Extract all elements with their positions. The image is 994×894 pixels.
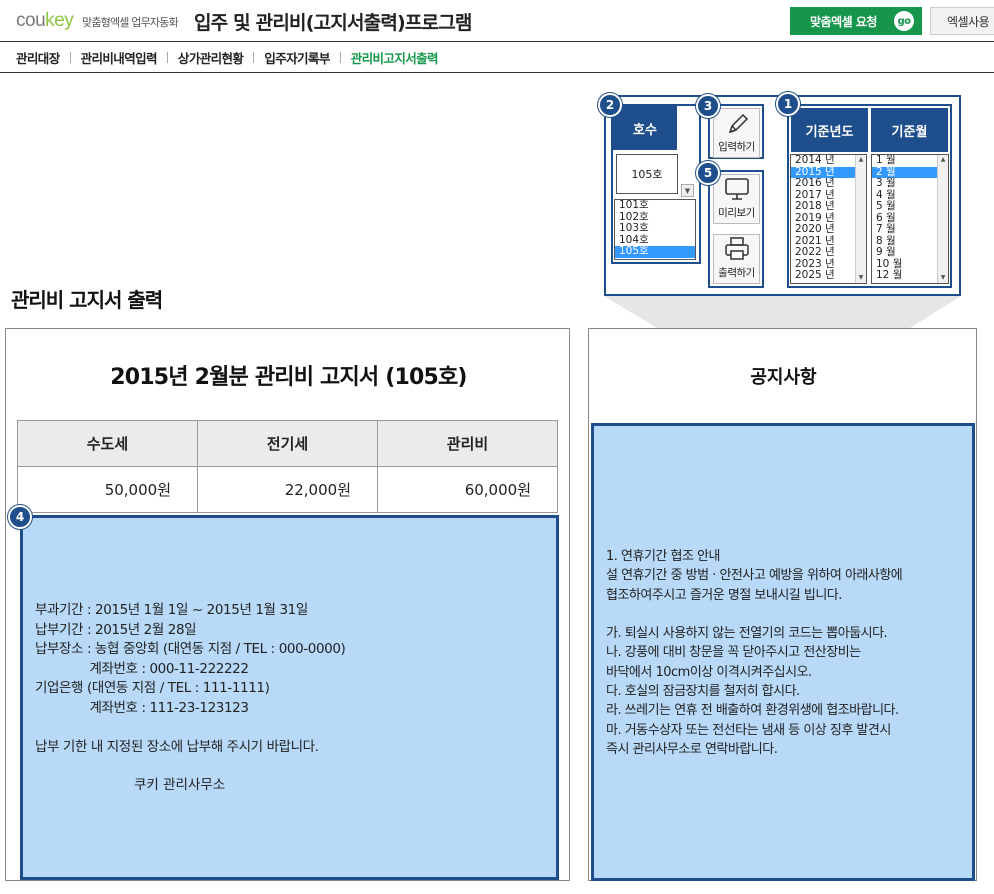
nav-item-management-ledger[interactable]: 관리대장 — [16, 48, 60, 67]
unit-combo[interactable]: 105호 — [616, 154, 678, 194]
payment-details-box: 부과기간 : 2015년 1월 1일 ~ 2015년 1월 31일 납부기간 :… — [20, 515, 559, 880]
list-item[interactable]: 101호 — [615, 200, 695, 212]
logo-text: cou — [16, 10, 46, 31]
column-header-water: 수도세 — [17, 420, 198, 467]
nav-item-shop-status[interactable]: 상가관리현황 — [178, 48, 244, 67]
table-row: 50,000원 22,000원 60,000원 — [17, 466, 558, 513]
unit-selector: 호수 105호 ▼ 101호 102호 103호 104호 105호 — [611, 104, 701, 264]
page-title: 관리비 고지서 출력 — [11, 288, 163, 312]
list-item[interactable]: 103호 — [615, 222, 695, 235]
excel-usage-button[interactable]: 엑셀사용 — [930, 7, 994, 35]
coukey-logo[interactable]: coukey — [16, 10, 74, 32]
year-listbox[interactable]: 2014 년 2015 년 2016 년 2017 년 2018 년 2019 … — [790, 154, 867, 284]
logo-accent-text: key — [45, 10, 74, 31]
step-badge-4: 4 — [8, 505, 32, 529]
month-scrollbar[interactable]: ▲ ▼ — [937, 155, 948, 283]
print-button[interactable]: 출력하기 — [713, 234, 760, 284]
table-header-row: 수도세 전기세 관리비 — [17, 420, 558, 467]
preview-button[interactable]: 미리보기 — [713, 174, 760, 224]
notice-panel: 공지사항 1. 연휴기간 협조 안내 설 연휴기간 중 방범 · 안전사고 예방… — [588, 328, 977, 881]
list-item-selected[interactable]: 105호 — [615, 245, 695, 258]
chevron-down-icon[interactable]: ▼ — [681, 184, 694, 197]
management-fee-value: 60,000원 — [377, 466, 558, 513]
print-button-label: 출력하기 — [718, 267, 755, 279]
nav-item-resident-register[interactable]: 입주자기록부 — [264, 48, 330, 67]
nav-divider — [253, 51, 255, 63]
month-listbox[interactable]: 1 월 2 월 3 월 4 월 5 월 6 월 7 월 8 월 9 월 10 월… — [871, 154, 949, 284]
bill-title: 2015년 2월분 관리비 고지서 (105호) — [110, 365, 467, 390]
scroll-up-icon[interactable]: ▲ — [938, 155, 948, 165]
go-icon: go — [894, 11, 914, 31]
pencil-icon — [728, 113, 748, 134]
office-signature: 쿠키 관리사무소 — [134, 777, 226, 793]
input-button-label: 입력하기 — [718, 141, 755, 153]
input-button[interactable]: 입력하기 — [713, 108, 760, 158]
scroll-down-icon[interactable]: ▼ — [856, 273, 866, 283]
request-button-label: 맞춤엑셀 요청 — [810, 14, 877, 29]
nav-divider — [69, 51, 71, 63]
step-badge-2: 2 — [598, 93, 622, 117]
year-scrollbar[interactable]: ▲ ▼ — [855, 155, 866, 283]
nav-item-bill-print[interactable]: 관리비고지서출력 — [351, 48, 439, 67]
step-badge-1: 1 — [776, 92, 800, 116]
payment-details-text: 부과기간 : 2015년 1월 1일 ~ 2015년 1월 31일 납부기간 :… — [35, 602, 346, 755]
notice-box: 1. 연휴기간 협조 안내 설 연휴기간 중 방범 · 안전사고 예방을 위하여… — [591, 423, 975, 881]
month-header: 기준월 — [871, 108, 948, 152]
app-header: coukey 맞춤형엑셀 업무자동화 입주 및 관리비(고지서출력)프로그램 맞… — [0, 0, 994, 42]
nav-divider — [166, 51, 168, 63]
notice-title: 공지사항 — [750, 367, 817, 388]
year-header: 기준년도 — [791, 108, 868, 152]
scroll-up-icon[interactable]: ▲ — [856, 155, 866, 165]
water-fee-value: 50,000원 — [17, 466, 198, 513]
bill-panel: 2015년 2월분 관리비 고지서 (105호) 수도세 전기세 관리비 50,… — [5, 328, 570, 881]
output-block: 미리보기 출력하기 — [708, 170, 764, 288]
notice-text: 1. 연휴기간 협조 안내 설 연휴기간 중 방범 · 안전사고 예방을 위하여… — [606, 549, 903, 757]
column-header-electric: 전기세 — [197, 420, 378, 467]
unit-listbox[interactable]: 101호 102호 103호 104호 105호 — [614, 199, 696, 260]
printer-icon — [724, 237, 749, 260]
electric-fee-value: 22,000원 — [197, 466, 378, 513]
app-title: 입주 및 관리비(고지서출력)프로그램 — [194, 12, 472, 34]
step-badge-5: 5 — [696, 161, 720, 185]
preview-button-label: 미리보기 — [718, 207, 755, 219]
logo-tagline: 맞춤형엑셀 업무자동화 — [82, 16, 179, 29]
fee-table: 수도세 전기세 관리비 50,000원 22,000원 60,000원 — [17, 420, 558, 513]
custom-excel-request-button[interactable]: 맞춤엑셀 요청 go — [790, 7, 922, 35]
nav-item-fee-entry[interactable]: 관리비내역입력 — [81, 48, 158, 67]
unit-header: 호수 — [613, 106, 677, 150]
nav-divider — [339, 51, 341, 63]
step-badge-3: 3 — [696, 94, 720, 118]
main-nav: 관리대장 관리비내역입력 상가관리현황 입주자기록부 관리비고지서출력 — [0, 42, 994, 73]
monitor-icon — [724, 178, 749, 200]
scroll-down-icon[interactable]: ▼ — [938, 273, 948, 283]
column-header-management: 관리비 — [377, 420, 558, 467]
date-selector: 기준년도 기준월 2014 년 2015 년 2016 년 2017 년 201… — [787, 104, 952, 288]
